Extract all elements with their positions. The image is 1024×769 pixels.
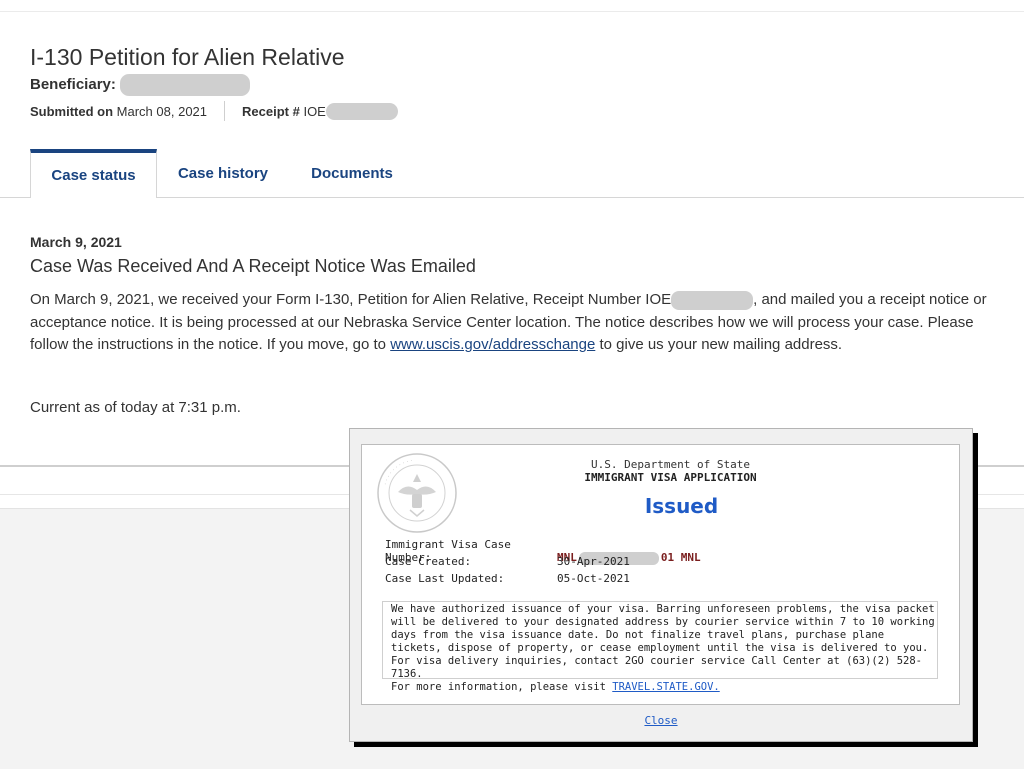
tab-case-history[interactable]: Case history — [157, 149, 289, 197]
meta-divider — [224, 101, 226, 121]
visa-status-modal: · · · · · · · · · · U.S. Department of S… — [349, 428, 973, 742]
redacted-beneficiary-name — [119, 74, 250, 96]
visa-notice-box: We have authorized issuance of your visa… — [382, 601, 938, 693]
case-status-description: On March 9, 2021, we received your Form … — [30, 289, 990, 357]
beneficiary-row: Beneficiary: — [30, 74, 250, 96]
visa-status-issued: Issued — [644, 494, 719, 518]
case-tabs: Case status Case history Documents — [30, 149, 415, 197]
case-updated-value: 05-Oct-2021 — [557, 572, 630, 585]
active-tab-gap — [31, 197, 156, 198]
visa-notice-text: We have authorized issuance of your visa… — [391, 603, 935, 680]
close-row: Close — [350, 714, 972, 727]
address-change-link[interactable]: www.uscis.gov/addresschange — [390, 336, 595, 353]
description-text-3: to give us your new mailing address. — [595, 336, 843, 353]
redacted-receipt-number-inline — [671, 290, 754, 310]
application-type: IMMIGRANT VISA APPLICATION — [584, 471, 757, 484]
case-created-value: 30-Apr-2021 — [557, 555, 630, 568]
case-updated-row: Case Last Updated: 05-Oct-2021 — [385, 572, 630, 585]
case-number-suffix: 01 MNL — [660, 551, 701, 564]
tab-documents[interactable]: Documents — [289, 149, 415, 197]
tab-case-status[interactable]: Case status — [30, 149, 157, 197]
visa-status-panel: · · · · · · · · · · U.S. Department of S… — [361, 444, 960, 705]
more-info-text: For more information, please visit — [391, 681, 613, 693]
redacted-receipt-number — [325, 102, 398, 120]
more-info-line: For more information, please visit TRAVE… — [391, 681, 937, 694]
beneficiary-label: Beneficiary: — [30, 75, 116, 93]
petition-meta: Submitted on March 08, 2021 Receipt # IO… — [30, 101, 398, 121]
travel-state-gov-link[interactable]: TRAVEL.STATE.GOV. — [612, 681, 719, 693]
submitted-label: Submitted on — [30, 103, 114, 119]
department-name: U.S. Department of State — [591, 458, 750, 471]
case-created-label: Case Created: — [385, 555, 472, 568]
case-created-row: Case Created: 30-Apr-2021 — [385, 555, 630, 568]
case-updated-label: Case Last Updated: — [385, 572, 505, 585]
receipt-label: Receipt # — [242, 103, 300, 119]
case-status-title: Case Was Received And A Receipt Notice W… — [30, 256, 476, 276]
close-button[interactable]: Close — [644, 714, 677, 727]
description-text-1: On March 9, 2021, we received your Form … — [30, 291, 672, 308]
receipt-prefix: IOE — [303, 103, 326, 119]
top-divider — [0, 11, 1024, 12]
submitted-date: March 08, 2021 — [116, 103, 208, 119]
page-title: I-130 Petition for Alien Relative — [30, 44, 345, 70]
case-status-date: March 9, 2021 — [30, 234, 122, 250]
current-as-of: Current as of today at 7:31 p.m. — [30, 399, 241, 416]
